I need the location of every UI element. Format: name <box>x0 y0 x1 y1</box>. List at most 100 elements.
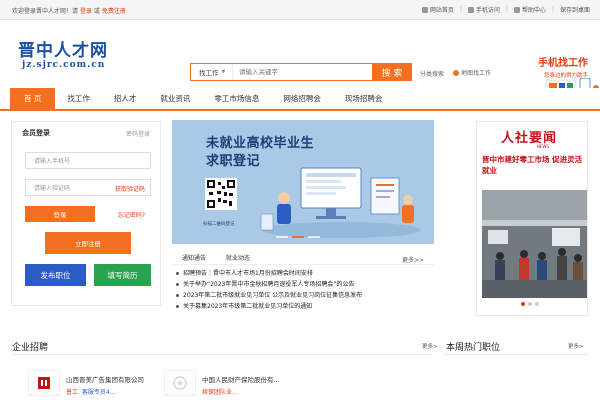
chevron-down-icon: ▼ <box>221 69 226 75</box>
divider: | <box>551 6 554 13</box>
banner-illustration <box>260 167 421 238</box>
tab-member-login[interactable]: 会员登录 <box>22 128 50 138</box>
or-label: 或 <box>93 8 100 15</box>
hr-news-panel[interactable]: 人社要闻 NEWS 晋中市建好零工市场 促进灵活就业 <box>476 121 588 316</box>
hr-news-headline[interactable]: 晋中市建好零工市场 促进灵活就业 <box>482 154 586 176</box>
company-recruit-title: 企业招聘 <box>12 343 49 353</box>
mobile-promo[interactable]: 手机找工作 您身边的得力助手 <box>538 54 599 99</box>
help-link[interactable]: 帮助中心 <box>513 5 546 14</box>
nav-news[interactable]: 就业资讯 <box>148 88 202 109</box>
banner-pager[interactable] <box>276 236 320 238</box>
phone-icon <box>467 6 474 13</box>
logo-domain: jz.sjrc.com.cn <box>22 60 106 70</box>
divider: | <box>505 6 508 13</box>
hot-jobs-title: 本周热门职位 <box>446 343 501 353</box>
news-item[interactable]: 2023年第二批市级就业见习单位 公示及就业见习岗位征集信息发布 <box>172 290 434 301</box>
publish-job-button[interactable]: 发布职位 <box>25 264 86 286</box>
news-panel: 通知通告 就业动态 更多>> 招聘预告｜晋中市人才市场1月份招聘会时间安排 关于… <box>172 251 434 326</box>
home-link[interactable]: 网站首页 <box>421 5 454 14</box>
nav-find-job[interactable]: 找工作 <box>55 88 102 109</box>
qr-code-icon <box>205 178 237 210</box>
pager-dot-active[interactable] <box>292 236 304 238</box>
news-photo <box>482 190 587 298</box>
code-placeholder: 请输入验证码 <box>34 185 71 192</box>
promo-banner[interactable]: 未就业高校毕业生 求职登记 扫描二维码登记 <box>172 120 434 244</box>
nav-gig-market[interactable]: 零工市场信息 <box>202 88 271 109</box>
bottom-sections: 企业招聘 更多> 本周热门职位 更多> 山西晋美广告集团有限公司 普工 客服专员… <box>0 340 600 400</box>
fill-resume-button[interactable]: 填写简历 <box>94 264 151 286</box>
top-links: 网站首页 | 手机访问 | 帮助中心 | 保存到桌面 <box>421 5 590 14</box>
help-icon <box>513 6 520 13</box>
help-link-label: 帮助中心 <box>521 7 546 14</box>
news-more-link[interactable]: 更多>> <box>392 255 434 264</box>
hr-news-pager[interactable] <box>521 302 539 306</box>
company-card[interactable]: 山西晋美广告集团有限公司 普工 客服专员4... <box>28 370 144 400</box>
search-type-select[interactable]: 找工作 ▼ <box>191 64 233 80</box>
search-type-label: 找工作 <box>199 69 219 77</box>
pager-dot[interactable] <box>276 236 288 238</box>
mobile-link[interactable]: 手机访问 <box>467 5 500 14</box>
welcome-text: 欢迎登录晋中人才网！请 登录 或 免费注册 <box>12 6 126 15</box>
home-icon <box>421 6 428 13</box>
nav-online-fair[interactable]: 网络招聘会 <box>271 88 333 109</box>
nav-onsite-fair[interactable]: 现场招聘会 <box>333 88 395 109</box>
qr-label: 扫描二维码登记 <box>203 222 235 227</box>
company-logo <box>28 370 60 396</box>
mobile-title: 手机找工作 <box>538 58 588 69</box>
search-input[interactable] <box>233 64 372 80</box>
login-panel: 会员登录 密码登录 请输入手机号 请输入验证码 获取验证码 登录 忘记密码? 立… <box>11 121 161 306</box>
tab-password-login[interactable]: 密码登录 <box>126 129 150 138</box>
save-desktop-link[interactable]: 保存到桌面 <box>560 5 590 14</box>
logo-chinese: 晋中人才网 <box>18 41 108 61</box>
site-logo[interactable]: 晋中人才网 jz.sjrc.com.cn <box>18 36 128 76</box>
main-content: 会员登录 密码登录 请输入手机号 请输入验证码 获取验证码 登录 忘记密码? 立… <box>0 111 600 341</box>
hot-jobs-more-link[interactable]: 更多> <box>568 342 584 350</box>
company-logo <box>164 370 196 396</box>
job-link[interactable]: 客服专员4... <box>82 389 116 396</box>
save-desktop-label: 保存到桌面 <box>559 7 590 14</box>
welcome-label: 欢迎登录晋中人才网！请 <box>12 8 79 15</box>
category-search-link[interactable]: 分类搜索 <box>420 69 444 78</box>
home-link-label: 网站首页 <box>429 7 454 14</box>
job-link[interactable]: 普工 <box>66 389 78 396</box>
top-bar: 欢迎登录晋中人才网！请 登录 或 免费注册 网站首页 | 手机访问 | 帮助中心… <box>0 0 600 20</box>
pager-dot[interactable] <box>528 302 532 306</box>
news-item[interactable]: 招聘预告｜晋中市人才市场1月份招聘会时间安排 <box>172 268 434 279</box>
map-job-label: 地图找工作 <box>461 70 492 77</box>
banner-title-line1: 未就业高校毕业生 <box>206 136 315 151</box>
jinmei-logo-icon <box>38 377 50 389</box>
mobile-link-label: 手机访问 <box>475 7 500 14</box>
divider <box>444 354 588 355</box>
get-code-button[interactable]: 获取验证码 <box>115 184 145 193</box>
company-more-link[interactable]: 更多> <box>422 342 438 350</box>
company-name[interactable]: 中国人民财产保险股份有... <box>202 374 280 384</box>
map-job-link[interactable]: 地图找工作 <box>453 68 491 77</box>
search-bar: 找工作 ▼ 搜 索 <box>190 63 412 81</box>
login-link[interactable]: 登录 <box>80 8 92 15</box>
pager-dot[interactable] <box>308 236 320 238</box>
register-link[interactable]: 免费注册 <box>102 8 126 15</box>
forgot-password-link[interactable]: 忘记密码? <box>118 210 145 219</box>
pager-dot-active[interactable] <box>521 302 525 306</box>
company-card[interactable]: 中国人民财产保险股份有... 续保团队业... <box>164 370 280 400</box>
divider <box>12 354 432 355</box>
company-name[interactable]: 山西晋美广告集团有限公司 <box>66 374 144 384</box>
job-link[interactable]: 续保团队业... <box>202 389 238 396</box>
pager-dot[interactable] <box>535 302 539 306</box>
search-button[interactable]: 搜 索 <box>372 63 412 81</box>
login-button[interactable]: 登录 <box>25 206 95 222</box>
phone-field[interactable]: 请输入手机号 <box>25 152 151 169</box>
map-pin-icon <box>453 69 459 76</box>
nav-home[interactable]: 首 页 <box>10 88 56 109</box>
news-item[interactable]: 关于举办“2023年晋中市金秋招聘月退役军人专场招聘会”的公告 <box>172 279 434 290</box>
tab-notices[interactable]: 通知通告 <box>172 253 216 262</box>
picc-logo-icon <box>173 376 187 390</box>
header: 晋中人才网 jz.sjrc.com.cn 找工作 ▼ 搜 索 分类搜索 地图找工… <box>0 20 600 99</box>
divider: | <box>459 6 462 13</box>
nav-recruit[interactable]: 招人才 <box>102 88 149 109</box>
register-button[interactable]: 立即注册 <box>45 232 131 254</box>
hr-news-logo-sub: NEWS <box>537 144 550 149</box>
main-nav: 首 页 找工作 招人才 就业资讯 零工市场信息 网络招聘会 现场招聘会 <box>0 88 600 111</box>
news-item[interactable]: 关于募集2023年市级第二批就业见习单位的通知 <box>172 301 434 312</box>
tab-employment-news[interactable]: 就业动态 <box>216 253 260 262</box>
